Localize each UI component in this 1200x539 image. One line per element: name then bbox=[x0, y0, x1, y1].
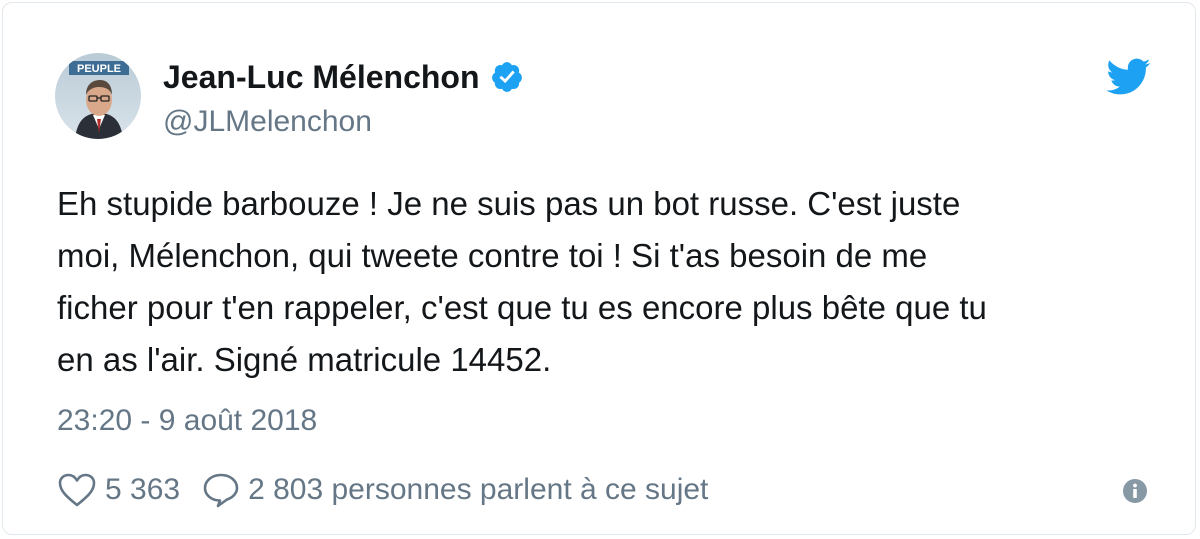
tweet-card: PEUPLE Jean-Luc Mélenchon @JLMelenchon E… bbox=[2, 2, 1196, 535]
speech-bubble-icon bbox=[202, 472, 240, 508]
heart-icon bbox=[57, 472, 97, 508]
avatar-banner-text: PEUPLE bbox=[77, 63, 121, 75]
info-icon[interactable] bbox=[1122, 478, 1148, 504]
reply-count-text: 2 803 personnes parlent à ce sujet bbox=[248, 473, 709, 506]
author-handle[interactable]: @JLMelenchon bbox=[163, 104, 372, 140]
tweet-text-line: en as l'air. Signé matricule 14452. bbox=[57, 341, 552, 378]
author-name-row[interactable]: Jean-Luc Mélenchon bbox=[163, 59, 524, 95]
like-button[interactable]: 5 363 bbox=[57, 472, 180, 508]
tweet-text-line: moi, Mélenchon, qui tweete contre toi ! … bbox=[57, 237, 928, 274]
tweet-text: Eh stupide barbouze ! Je ne suis pas un … bbox=[57, 178, 1147, 386]
tweet-timestamp[interactable]: 23:20 - 9 août 2018 bbox=[57, 403, 317, 439]
author-display-name[interactable]: Jean-Luc Mélenchon bbox=[163, 59, 480, 95]
tweet-text-line: ficher pour t'en rappeler, c'est que tu … bbox=[57, 289, 987, 326]
like-count: 5 363 bbox=[105, 473, 181, 506]
twitter-bird-icon[interactable] bbox=[1106, 58, 1151, 96]
avatar-image: PEUPLE bbox=[55, 53, 141, 139]
tweet-text-line: Eh stupide barbouze ! Je ne suis pas un … bbox=[57, 185, 961, 222]
avatar[interactable]: PEUPLE bbox=[55, 53, 141, 139]
reply-button[interactable]: 2 803 personnes parlent à ce sujet bbox=[202, 472, 708, 508]
tweet-actions: 5 363 2 803 personnes parlent à ce sujet bbox=[57, 470, 708, 510]
verified-badge-icon bbox=[490, 60, 524, 94]
